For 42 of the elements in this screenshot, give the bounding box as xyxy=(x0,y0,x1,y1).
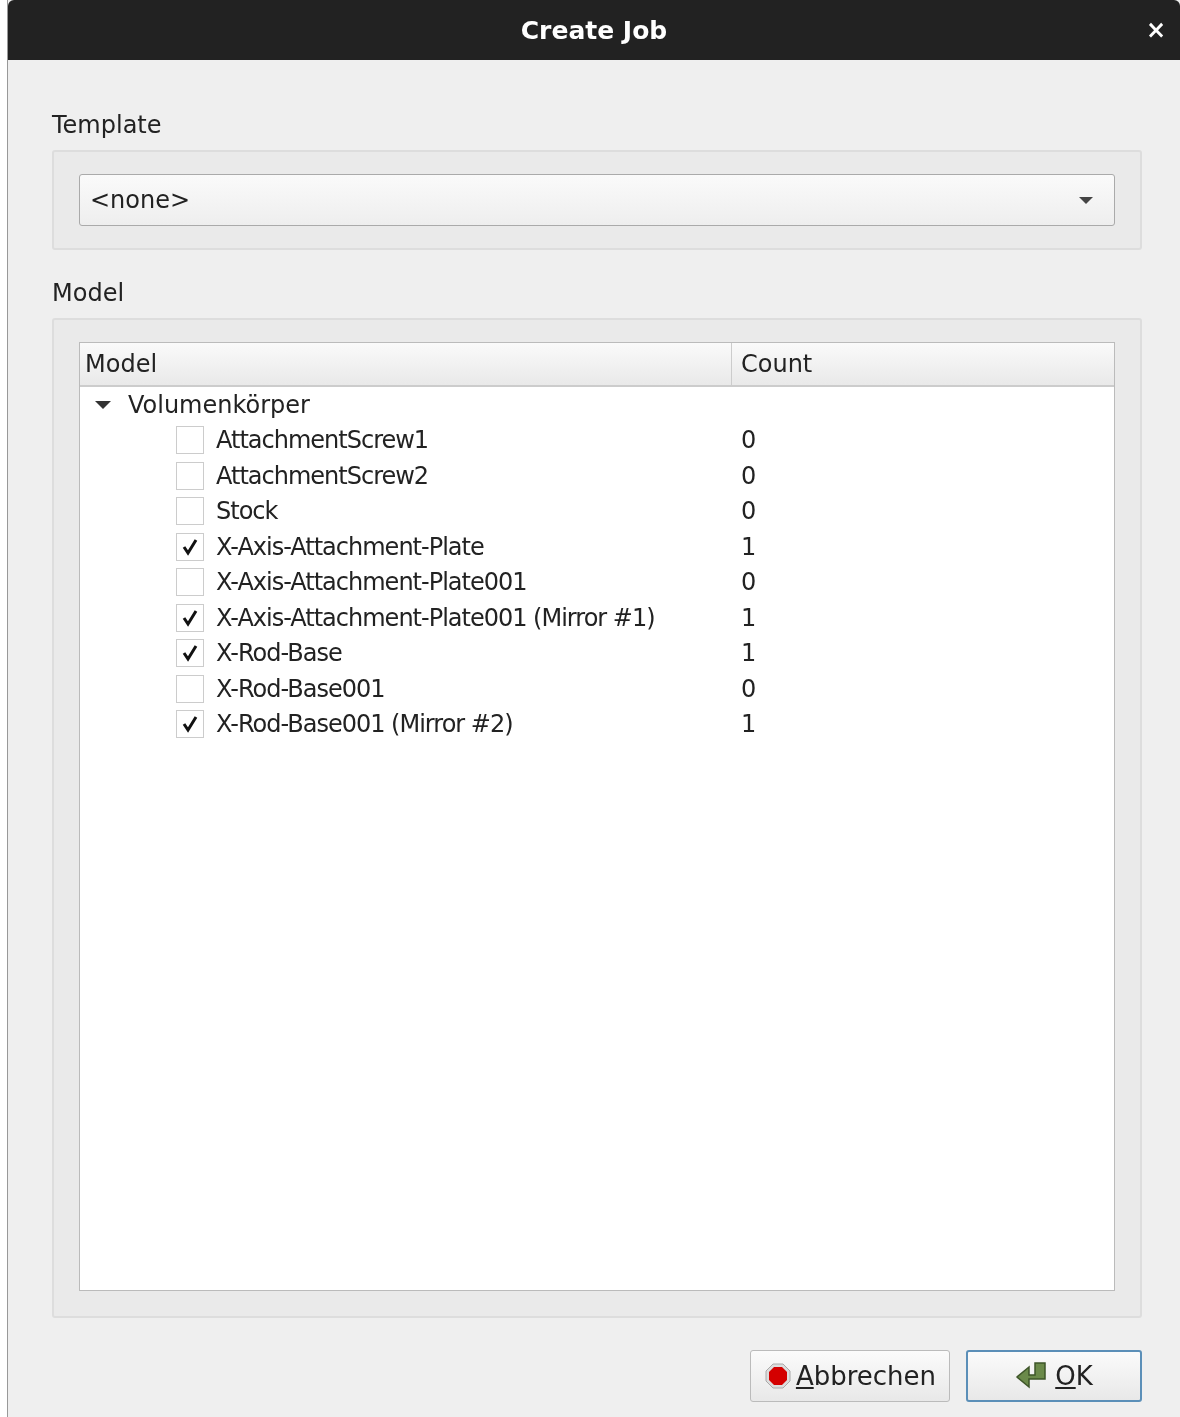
tree-item[interactable]: AttachmentScrew2 xyxy=(216,461,429,490)
tree-item[interactable]: X-Rod-Base001 (Mirror #2) xyxy=(216,710,513,739)
dropdown-arrow-icon xyxy=(1078,195,1094,205)
checkbox[interactable] xyxy=(176,710,204,739)
tree-item[interactable]: X-Axis-Attachment-Plate001 xyxy=(216,568,527,597)
count-cell: 1 xyxy=(741,639,757,668)
count-cell: 0 xyxy=(741,461,757,490)
checkbox[interactable] xyxy=(176,497,204,526)
column-header[interactable]: Model xyxy=(80,343,732,385)
checkbox[interactable] xyxy=(176,568,204,597)
close-button[interactable]: × xyxy=(1141,16,1170,44)
column-header[interactable]: Count xyxy=(732,343,1114,385)
checkbox[interactable] xyxy=(176,603,204,632)
count-cell: 1 xyxy=(741,532,757,561)
checkbox[interactable] xyxy=(176,461,204,490)
tree-item[interactable]: AttachmentScrew1 xyxy=(216,426,429,455)
checkbox[interactable] xyxy=(176,426,204,455)
stop-sign-icon xyxy=(763,1362,792,1390)
collapse-arrow-icon[interactable] xyxy=(94,398,112,411)
tree-item[interactable]: X-Axis-Attachment-Plate001 (Mirror #1) xyxy=(216,603,655,632)
tree-item[interactable]: X-Rod-Base001 xyxy=(216,674,385,703)
count-cell: 1 xyxy=(741,710,757,739)
count-cell: 0 xyxy=(741,568,757,597)
checkbox[interactable] xyxy=(176,674,204,703)
count-cell: 0 xyxy=(741,497,757,526)
ok-button[interactable]: OK xyxy=(966,1350,1142,1402)
tree-item[interactable]: Volumenkörper xyxy=(128,390,310,419)
count-cell: 1 xyxy=(741,603,757,632)
checkbox[interactable] xyxy=(176,639,204,668)
tree-item[interactable]: Stock xyxy=(216,497,278,526)
section-label: Template xyxy=(52,110,163,140)
tree-item[interactable]: X-Rod-Base xyxy=(216,639,342,668)
template-dropdown[interactable]: <none> xyxy=(79,174,1115,226)
checkmark-icon xyxy=(180,643,200,664)
window-title: Create Job xyxy=(520,15,668,45)
checkbox[interactable] xyxy=(176,532,204,561)
count-cell: 0 xyxy=(741,674,757,703)
count-cell: 0 xyxy=(741,426,757,455)
checkmark-icon xyxy=(180,714,200,735)
cancel-button[interactable]: Abbrechen xyxy=(750,1350,950,1402)
section-label: Model xyxy=(52,278,126,308)
tree-item[interactable]: X-Axis-Attachment-Plate xyxy=(216,532,484,561)
